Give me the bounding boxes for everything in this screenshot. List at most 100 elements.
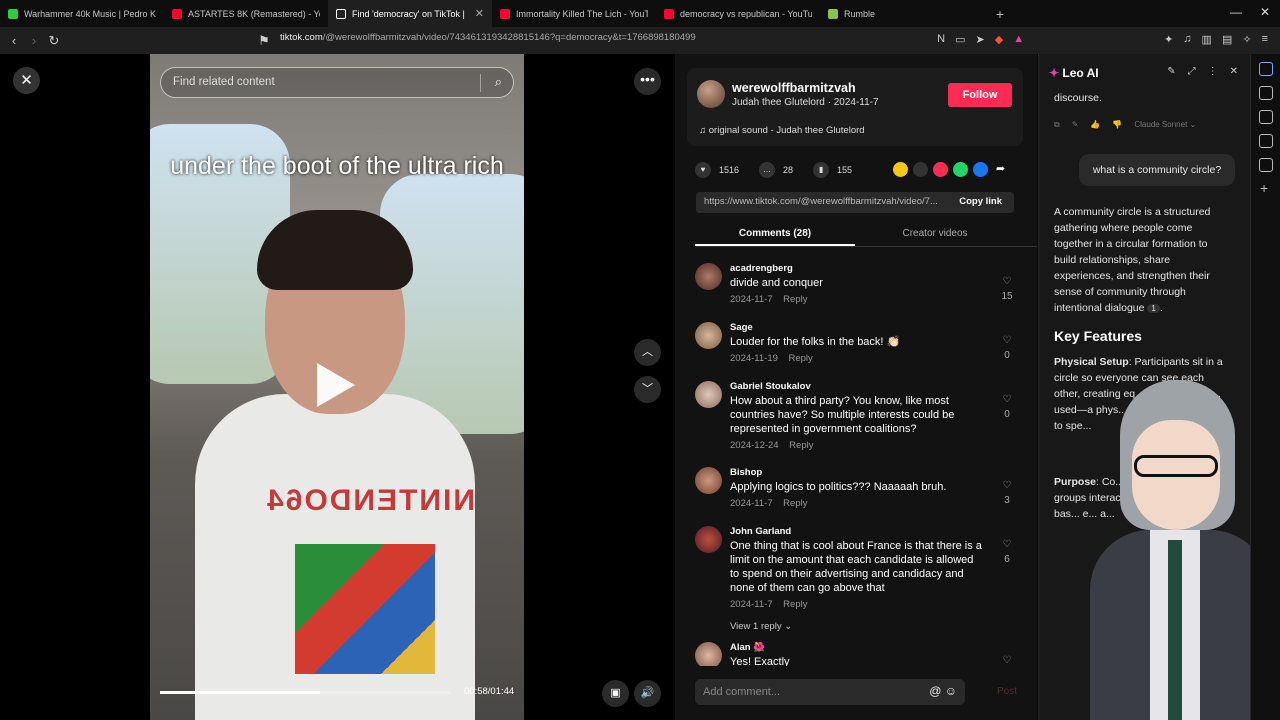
reply-link[interactable]: Reply [783, 599, 807, 610]
rumble-icon [828, 8, 838, 19]
copy-icon[interactable]: ⧉ [1054, 120, 1060, 130]
browser-tab[interactable]: ASTARTES 8K (Remastered) - YouT [164, 0, 328, 27]
whatsapp-icon[interactable] [953, 162, 968, 177]
avatar[interactable] [697, 80, 725, 108]
playlist-icon[interactable] [1259, 86, 1273, 100]
reading-list-icon[interactable] [1259, 158, 1273, 172]
tab-creator-videos[interactable]: Creator videos [855, 222, 1015, 246]
cast-icon[interactable]: ▭ [955, 33, 965, 46]
comment-author[interactable]: Alan 🌺 [730, 642, 765, 653]
add-comment-input[interactable]: Add comment... @ ☺ [695, 679, 965, 705]
reader-icon[interactable]: N [937, 33, 945, 46]
wallet-icon[interactable] [1259, 110, 1273, 124]
reply-link[interactable]: Reply [783, 294, 807, 305]
sound-link[interactable]: ♫ original sound - Judah thee Glutelord [699, 125, 865, 136]
thumbs-down-icon[interactable]: 👎 [1112, 120, 1122, 130]
previous-video-button[interactable]: ︿ [634, 339, 661, 366]
avatar[interactable] [695, 322, 722, 349]
browser-tab[interactable]: Rumble [820, 0, 984, 27]
reply-link[interactable]: Reply [788, 353, 812, 364]
rewards-icon[interactable]: ▲ [1013, 33, 1024, 46]
comment-author[interactable]: acadrengberg [730, 263, 793, 274]
forward-icon[interactable]: › [24, 33, 44, 48]
url-field[interactable]: tiktok.com/@werewolffbarmitzvah/video/74… [280, 32, 696, 43]
mention-emoji-icons[interactable]: @ ☺ [929, 684, 957, 698]
browser-tab[interactable]: Warhammer 40k Music | Pedro Ka [0, 0, 164, 27]
comment-author[interactable]: Gabriel Stoukalov [730, 381, 811, 392]
extensions-icon[interactable]: ✦ [1164, 33, 1173, 46]
comment-author[interactable]: John Garland [730, 526, 791, 537]
share-icon[interactable]: ➦ [993, 162, 1008, 177]
edit-icon[interactable]: ✎ [1072, 120, 1079, 130]
edit-icon[interactable]: ✎ [1167, 66, 1175, 77]
browser-tab[interactable]: democracy vs republican - YouTub [656, 0, 820, 27]
comment-like[interactable]: ♡ 15 [1000, 274, 1014, 304]
tab-comments[interactable]: Comments (28) [695, 222, 855, 246]
reply-link[interactable]: Reply [789, 440, 813, 451]
more-options-button[interactable]: ••• [634, 68, 661, 95]
post-comment-button[interactable]: Post [997, 686, 1017, 697]
comment-author[interactable]: Bishop [730, 467, 762, 478]
comment-meta: 2024-12-24 Reply [730, 440, 814, 451]
search-icon[interactable]: ⌕ [495, 74, 502, 90]
comment-like[interactable]: ♡ 6 [1000, 537, 1014, 567]
video-player[interactable]: NINTENDO64 Find related content ⌕ under t… [150, 54, 524, 720]
browser-tab-active[interactable]: Find 'democracy' on TikTok | ✕ [328, 0, 492, 27]
avatar[interactable] [695, 526, 722, 553]
author-username[interactable]: werewolffbarmitzvah [732, 81, 856, 95]
expand-icon[interactable]: ⤢ [1188, 66, 1196, 77]
comment-author[interactable]: Sage [730, 322, 753, 333]
avatar[interactable] [695, 642, 722, 666]
avatar[interactable] [695, 381, 722, 408]
search-input[interactable]: Find related content ⌕ [160, 67, 514, 98]
send-icon[interactable]: ➤ [976, 33, 985, 46]
comment-like[interactable]: ♡ 0 [1000, 392, 1014, 422]
add-icon[interactable]: + [1260, 180, 1268, 196]
new-tab-button[interactable]: + [988, 6, 1012, 22]
close-video-button[interactable]: ✕ [13, 67, 40, 94]
bookmarks-icon[interactable] [1259, 134, 1273, 148]
close-tab-icon[interactable]: ✕ [475, 7, 484, 20]
minimize-icon[interactable]: — [1230, 5, 1242, 19]
comment-like[interactable]: ♡ 3 [1000, 478, 1014, 508]
save-button[interactable]: ▮ 155 [813, 162, 852, 178]
sidebar-icon[interactable]: ▥ [1202, 33, 1212, 46]
more-icon[interactable]: ⋮ [1208, 66, 1218, 77]
comment-like[interactable]: ♡ 0 [1000, 333, 1014, 363]
embed-icon[interactable] [913, 162, 928, 177]
next-video-button[interactable]: ﹀ [634, 376, 661, 403]
avatar[interactable] [695, 263, 722, 290]
citation-badge[interactable]: 1 [1147, 304, 1160, 313]
thumbs-up-icon[interactable]: 👍 [1090, 120, 1100, 130]
send-to-friends-icon[interactable] [933, 162, 948, 177]
pip-button[interactable]: ▣ [602, 680, 629, 707]
progress-bar[interactable] [160, 691, 450, 694]
facebook-icon[interactable] [973, 162, 988, 177]
play-icon[interactable] [317, 363, 355, 407]
view-replies-link[interactable]: View 1 reply ⌄ [730, 620, 985, 634]
close-icon[interactable]: ✕ [1230, 66, 1238, 77]
brave-shield-icon[interactable]: ◆ [995, 33, 1003, 46]
avatar[interactable] [695, 467, 722, 494]
copy-link-button[interactable]: Copy link [947, 192, 1014, 213]
comment-button[interactable]: … 28 [759, 162, 793, 178]
repost-icon[interactable] [893, 162, 908, 177]
back-icon[interactable]: ‹ [4, 33, 24, 48]
reload-icon[interactable]: ↻ [44, 33, 64, 49]
like-button[interactable]: ♥ 1516 [695, 162, 739, 178]
media-icon[interactable]: ♫ [1183, 33, 1191, 46]
leo-icon[interactable]: ✧ [1242, 33, 1251, 46]
leo-sidebar-icon[interactable] [1259, 62, 1273, 76]
bookmark-icon[interactable]: ⚑ [254, 33, 274, 49]
wallet-icon[interactable]: ▤ [1222, 33, 1232, 46]
close-window-icon[interactable]: ✕ [1260, 5, 1270, 19]
menu-icon[interactable]: ≡ [1262, 33, 1268, 46]
reply-link[interactable]: Reply [783, 498, 807, 509]
share-link-field[interactable]: https://www.tiktok.com/@werewolffbarmitz… [696, 192, 1014, 213]
browser-tab[interactable]: Immortality Killed The Lich - YouT [492, 0, 656, 27]
volume-button[interactable]: 🔊 [634, 680, 661, 707]
comment-like[interactable]: ♡ [1000, 653, 1014, 666]
model-selector[interactable]: Claude Sonnet ⌄ [1134, 120, 1196, 130]
tiktok-icon [336, 8, 346, 19]
follow-button[interactable]: Follow [948, 83, 1012, 107]
